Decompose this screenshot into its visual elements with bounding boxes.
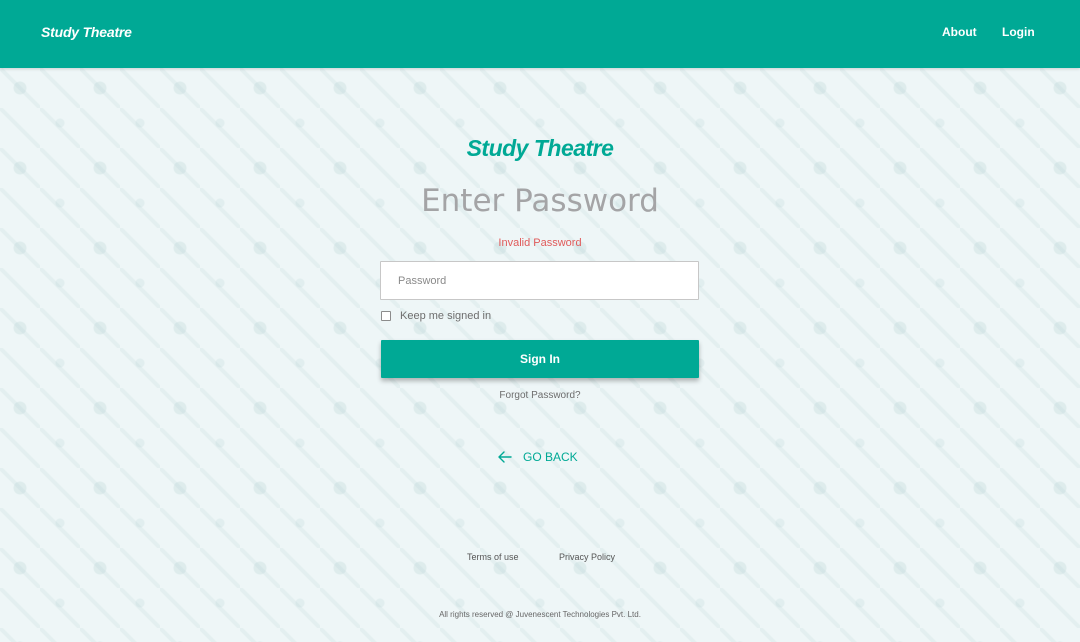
password-input[interactable] [380, 261, 699, 300]
nav-login-link[interactable]: Login [1002, 25, 1035, 39]
top-navbar: Study Theatre About Login [0, 0, 1080, 68]
sign-in-button[interactable]: Sign In [381, 340, 699, 378]
keep-signed-in-label[interactable]: Keep me signed in [400, 310, 491, 322]
arrow-left-icon [498, 451, 512, 463]
keep-signed-in-checkbox[interactable] [381, 311, 391, 321]
keep-signed-in-row[interactable]: Keep me signed in [381, 309, 491, 323]
navbar-brand[interactable]: Study Theatre [41, 24, 132, 40]
go-back-label: GO BACK [523, 450, 578, 464]
page-title: Enter Password [421, 183, 659, 219]
forgot-password-link[interactable]: Forgot Password? [0, 390, 1080, 401]
go-back-link[interactable]: GO BACK [498, 449, 578, 465]
terms-of-use-link[interactable]: Terms of use [467, 552, 519, 562]
privacy-policy-link[interactable]: Privacy Policy [559, 552, 615, 562]
copyright-text: All rights reserved @ Juvenescent Techno… [439, 610, 641, 619]
nav-about-link[interactable]: About [942, 25, 977, 39]
error-message: Invalid Password [498, 237, 582, 249]
study-theatre-logo: Study Theatre [466, 135, 614, 161]
